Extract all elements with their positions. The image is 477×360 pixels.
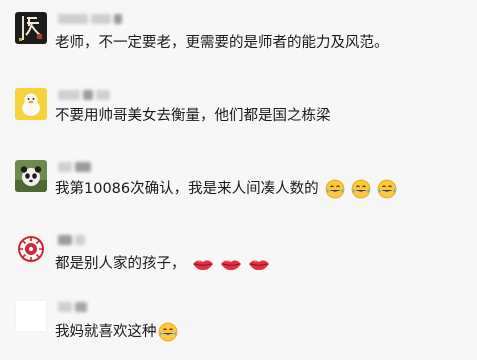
username[interactable] [58,12,125,26]
comment-text-row: 我第10086次确认，我是来人间凑人数的 [55,178,397,200]
username[interactable] [58,300,90,314]
comment-text: 我第10086次确认，我是来人间凑人数的 [55,181,319,197]
lips-emoji [248,257,270,271]
laugh-cry-emoji [158,322,178,342]
comment-text-row: 都是别人家的孩子， [55,253,270,275]
username[interactable] [58,88,113,102]
comment-text-row: 不要用帅哥美女去衡量，他们都是国之栋梁 [55,105,331,127]
emoji-group [319,179,397,199]
panda-avatar[interactable] [15,160,47,192]
comment-text-row: 老师，不一定要老，更需要的是师者的能力及风范。 [55,32,389,54]
comment-text-row: 我妈就喜欢这种 [55,321,178,343]
comment-text: 我妈就喜欢这种 [55,324,157,340]
emoji-group [157,322,178,342]
comment-feed: 老师，不一定要老，更需要的是师者的能力及风范。 不要用帅哥美女去衡量，他们都是国… [0,0,477,360]
yellow-duck-avatar[interactable] [15,88,47,120]
comment-text: 不要用帅哥美女去衡量，他们都是国之栋梁 [55,108,331,124]
laugh-cry-emoji [351,179,371,199]
username[interactable] [58,233,88,247]
laugh-cry-emoji [377,179,397,199]
emoji-group [186,257,270,271]
lips-emoji [192,257,214,271]
red-seal-avatar[interactable] [15,233,47,265]
dark-calligraphy-avatar[interactable] [15,12,47,44]
blank-avatar[interactable] [15,300,47,332]
username[interactable] [58,160,94,174]
comment-text: 老师，不一定要老，更需要的是师者的能力及风范。 [55,35,389,51]
laugh-cry-emoji [325,179,345,199]
comment-text: 都是别人家的孩子， [55,256,186,272]
lips-emoji [220,257,242,271]
